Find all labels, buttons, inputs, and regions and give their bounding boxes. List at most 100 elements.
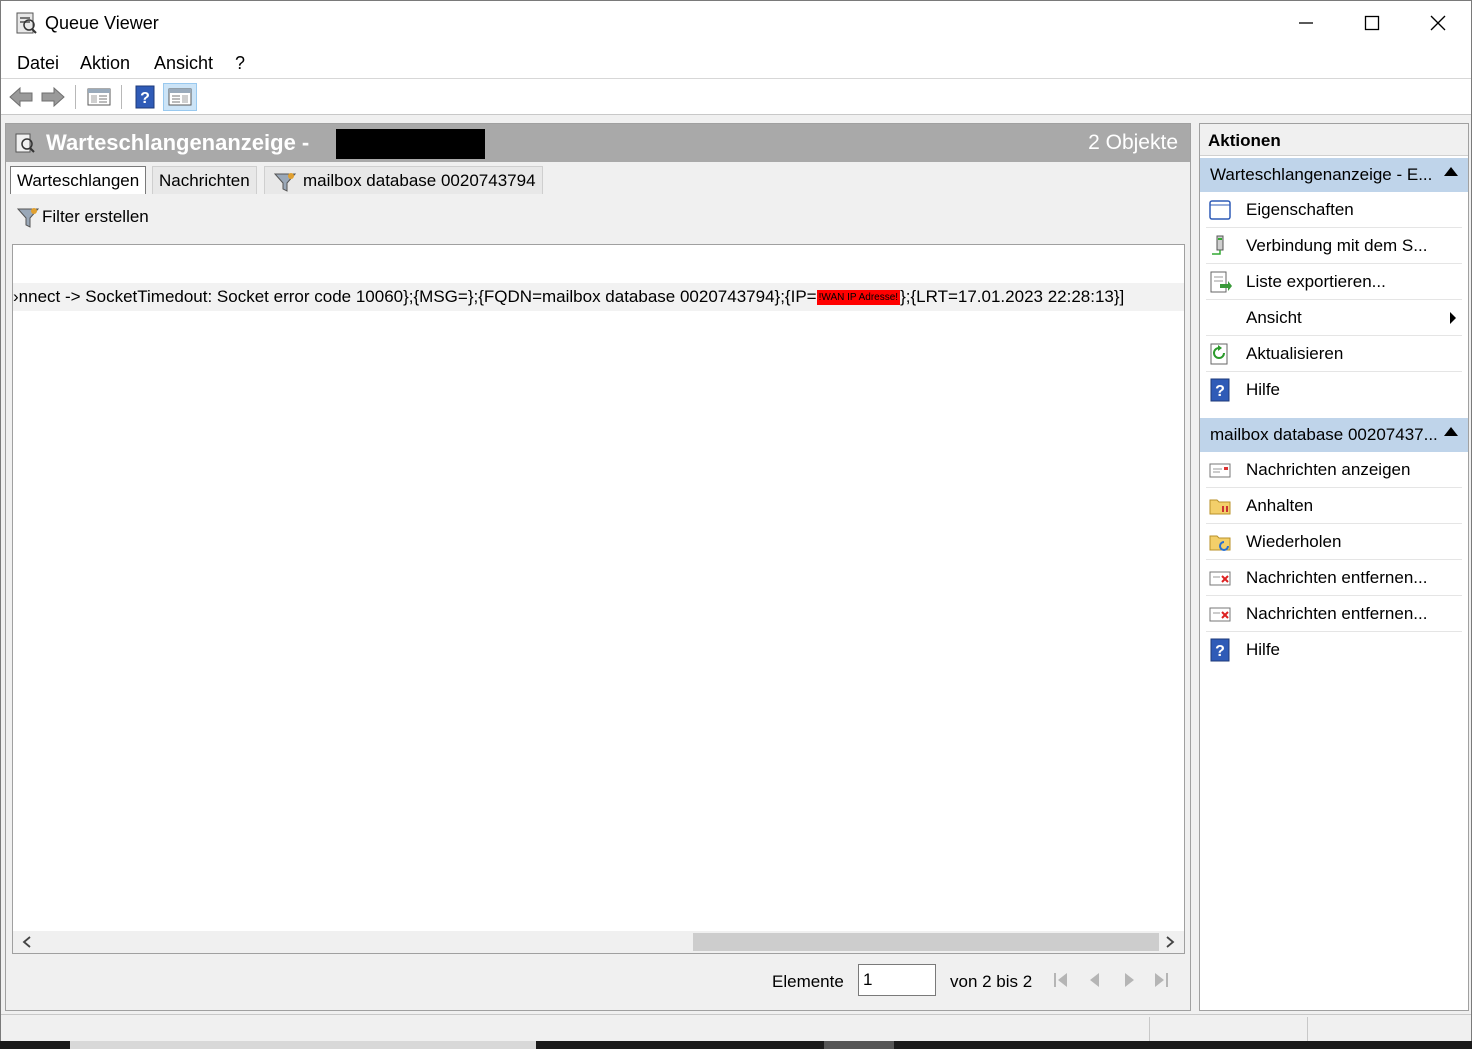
toolbar-separator [121, 85, 122, 109]
actions-title: Aktionen [1200, 124, 1468, 156]
show-hide-console-tree-button[interactable] [85, 83, 113, 111]
retry-folder-icon [1209, 535, 1231, 551]
suspend-folder-icon [1209, 499, 1231, 515]
tab-warteschlangen[interactable]: Warteschlangen [10, 166, 147, 194]
tab-mailbox-database-filter[interactable]: mailbox database 0020743794 [264, 166, 543, 194]
status-bar [1, 1014, 1471, 1042]
collapse-arrow-icon[interactable] [1444, 427, 1458, 436]
action-nachrichten-anzeigen[interactable]: Nachrichten anzeigen [1200, 452, 1468, 488]
remove-messages-icon [1209, 607, 1231, 622]
tab-nachrichten[interactable]: Nachrichten [152, 166, 257, 194]
action-label: Liste exportieren... [1246, 272, 1386, 291]
maximize-button[interactable] [1339, 1, 1405, 45]
action-aktualisieren[interactable]: Aktualisieren [1200, 336, 1468, 372]
taskbar-item[interactable] [70, 1041, 536, 1049]
actions-section-mailbox-database[interactable]: mailbox database 00207437... [1200, 418, 1468, 452]
help-icon: ? [1210, 378, 1230, 402]
panel-title: Warteschlangenanzeige - [46, 130, 310, 155]
next-page-button[interactable] [1118, 968, 1140, 992]
help-icon: ? [1210, 638, 1230, 662]
action-liste-exportieren[interactable]: Liste exportieren... [1200, 264, 1468, 300]
refresh-icon [1210, 343, 1228, 365]
actions-pane: Aktionen Warteschlangenanzeige - E... Ei… [1199, 123, 1469, 1011]
back-button[interactable] [7, 83, 35, 111]
tab-strip: Warteschlangen Nachrichten mailbox datab… [6, 162, 1190, 196]
action-label: Nachrichten anzeigen [1246, 460, 1411, 479]
action-anhalten[interactable]: Anhalten [1200, 488, 1468, 524]
properties-icon [1209, 200, 1231, 220]
filter-funnel-icon [273, 173, 297, 192]
action-eigenschaften[interactable]: Eigenschaften [1200, 192, 1468, 228]
actions-section-queue-viewer[interactable]: Warteschlangenanzeige - E... [1200, 158, 1468, 192]
tab-filter-label: mailbox database 0020743794 [303, 171, 536, 190]
horizontal-scrollbar[interactable] [13, 931, 1184, 953]
object-count: 2 Objekte [1088, 131, 1178, 154]
toolbar-separator [75, 85, 76, 109]
redacted-server-name [336, 129, 485, 159]
help-toolbar-button[interactable]: ? [131, 83, 159, 111]
forward-arrow-icon [41, 86, 65, 108]
scroll-left-icon[interactable] [21, 935, 33, 949]
console-tree-icon [87, 88, 111, 106]
action-label: Nachrichten entfernen... [1246, 568, 1428, 587]
section-title: Warteschlangenanzeige - E... [1210, 165, 1433, 184]
action-nachrichten-entfernen-1[interactable]: Nachrichten entfernen... [1200, 560, 1468, 596]
queue-viewer-window: Queue Viewer Datei Aktion Ansicht ? ? Wa… [0, 0, 1472, 1049]
queue-last-error-cell: ›nnect -> SocketTimedout: Socket error c… [13, 287, 1124, 307]
create-filter-button[interactable]: Filter erstellen [42, 207, 149, 227]
action-pane-icon [168, 88, 192, 106]
forward-button[interactable] [39, 83, 67, 111]
scrollbar-thumb[interactable] [693, 933, 1159, 951]
action-label: Nachrichten entfernen... [1246, 604, 1428, 623]
close-button[interactable] [1405, 1, 1471, 45]
collapse-arrow-icon[interactable] [1444, 167, 1458, 176]
queue-viewer-header-icon [15, 133, 35, 153]
window-title: Queue Viewer [45, 13, 159, 33]
menu-aktion[interactable]: Aktion [80, 53, 130, 74]
action-label: Verbindung mit dem S... [1246, 236, 1428, 255]
page-number-input[interactable] [858, 964, 936, 996]
remove-messages-icon [1209, 571, 1231, 586]
status-bar-separator [1307, 1017, 1308, 1041]
export-list-icon [1210, 271, 1232, 293]
status-bar-separator [1149, 1017, 1150, 1041]
scroll-right-icon[interactable] [1164, 935, 1176, 949]
action-label: Wiederholen [1246, 532, 1342, 551]
minimize-button[interactable] [1273, 1, 1339, 45]
action-hilfe[interactable]: ? Hilfe [1200, 372, 1468, 408]
previous-page-button[interactable] [1084, 968, 1106, 992]
row-text-before: ›nnect -> SocketTimedout: Socket error c… [13, 287, 817, 306]
maximize-icon [1364, 15, 1380, 31]
create-filter-icon [16, 208, 40, 228]
action-label: Hilfe [1246, 380, 1281, 399]
menu-help[interactable]: ? [235, 53, 245, 74]
action-nachrichten-entfernen-2[interactable]: Nachrichten entfernen... [1200, 596, 1468, 632]
menu-ansicht[interactable]: Ansicht [154, 53, 213, 74]
back-arrow-icon [9, 86, 33, 108]
view-messages-icon [1209, 463, 1231, 478]
action-label: Eigenschaften [1246, 200, 1354, 219]
action-label: Anhalten [1246, 496, 1314, 515]
menu-datei[interactable]: Datei [17, 53, 59, 74]
pager: Elemente von 2 bis 2 [12, 958, 1185, 1006]
connect-server-icon [1212, 235, 1224, 255]
action-wiederholen[interactable]: Wiederholen [1200, 524, 1468, 560]
first-page-icon [1054, 973, 1067, 987]
row-text-after: };{LRT=17.01.2023 22:28:13}] [900, 287, 1125, 306]
queue-list[interactable]: ›nnect -> SocketTimedout: Socket error c… [12, 244, 1185, 954]
taskbar-item[interactable] [824, 1041, 894, 1049]
taskbar-strip [0, 1041, 1472, 1049]
last-page-button[interactable] [1150, 968, 1172, 992]
show-hide-action-pane-button[interactable] [163, 83, 197, 111]
redacted-ip-label: !WAN IP Adresse! [816, 290, 901, 305]
queue-viewer-panel: Warteschlangenanzeige - 2 Objekte Wartes… [5, 123, 1191, 1011]
action-hilfe-2[interactable]: ? Hilfe [1200, 632, 1468, 668]
title-bar: Queue Viewer [1, 1, 1471, 45]
svg-text:?: ? [1215, 383, 1225, 400]
action-verbindung[interactable]: Verbindung mit dem S... [1200, 228, 1468, 264]
first-page-button[interactable] [1050, 968, 1072, 992]
elements-label: Elemente [772, 972, 844, 991]
table-row[interactable]: ›nnect -> SocketTimedout: Socket error c… [13, 283, 1184, 311]
action-ansicht[interactable]: Ansicht [1200, 300, 1468, 336]
close-icon [1430, 15, 1446, 31]
